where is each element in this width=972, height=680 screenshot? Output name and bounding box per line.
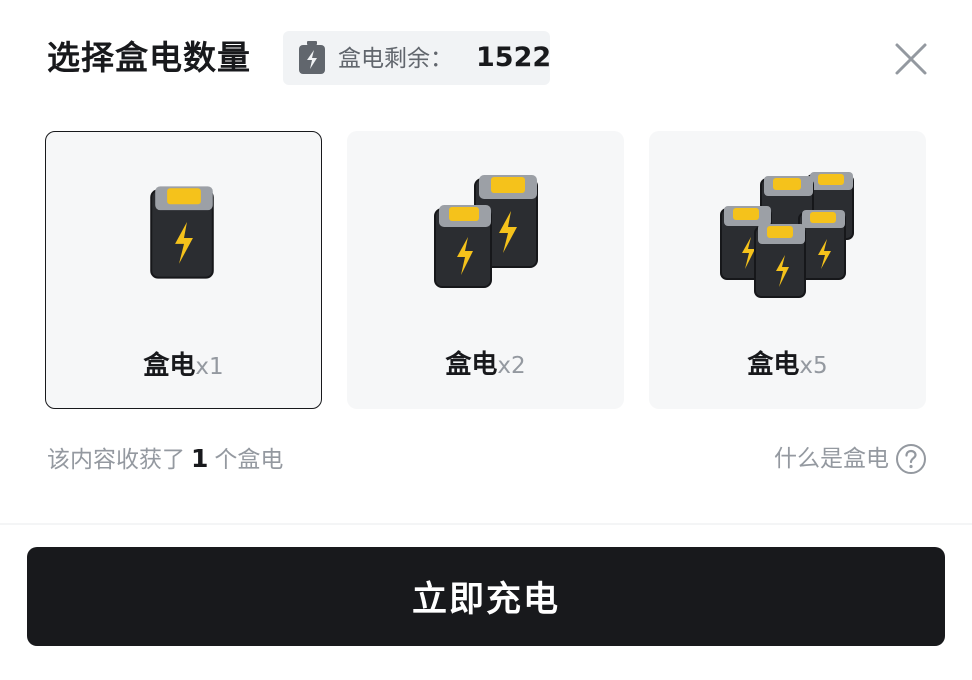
balance-label: 盒电剩余： xyxy=(338,46,453,72)
page-title: 选择盒电数量 xyxy=(47,38,251,77)
option-card-x5[interactable]: 盒电x5 xyxy=(649,131,926,409)
option-card-x2[interactable]: 盒电x2 xyxy=(347,131,624,409)
option-qty: x2 xyxy=(497,353,526,379)
battery-pack-icon xyxy=(720,172,854,298)
option-name: 盒电 xyxy=(445,350,498,380)
option-name: 盒电 xyxy=(747,350,800,380)
received-info: 该内容收获了 1 个盒电 xyxy=(47,444,283,475)
close-icon[interactable] xyxy=(892,40,930,78)
info-suffix: 个盒电 xyxy=(214,447,284,473)
info-count: 1 xyxy=(191,444,209,473)
charge-now-button[interactable]: 立即充电 xyxy=(27,547,945,646)
help-label: 什么是盒电 xyxy=(774,446,889,472)
what-is-link[interactable]: 什么是盒电 xyxy=(774,443,927,475)
battery-double-icon xyxy=(434,175,538,288)
balance-value: 1522 xyxy=(476,42,552,73)
option-qty: x5 xyxy=(799,353,828,379)
option-name: 盒电 xyxy=(143,351,196,381)
battery-bolt-icon xyxy=(299,41,325,74)
quantity-options: 盒电x1 盒电x2 盒电x5 xyxy=(45,131,927,409)
divider xyxy=(0,523,972,525)
info-prefix: 该内容收获了 xyxy=(47,447,185,473)
balance-badge: 盒电剩余： 1522 xyxy=(283,31,552,85)
option-qty: x1 xyxy=(195,354,224,380)
question-circle-icon xyxy=(896,444,926,474)
option-card-x1[interactable]: 盒电x1 xyxy=(45,131,322,409)
battery-single-icon xyxy=(150,186,214,279)
